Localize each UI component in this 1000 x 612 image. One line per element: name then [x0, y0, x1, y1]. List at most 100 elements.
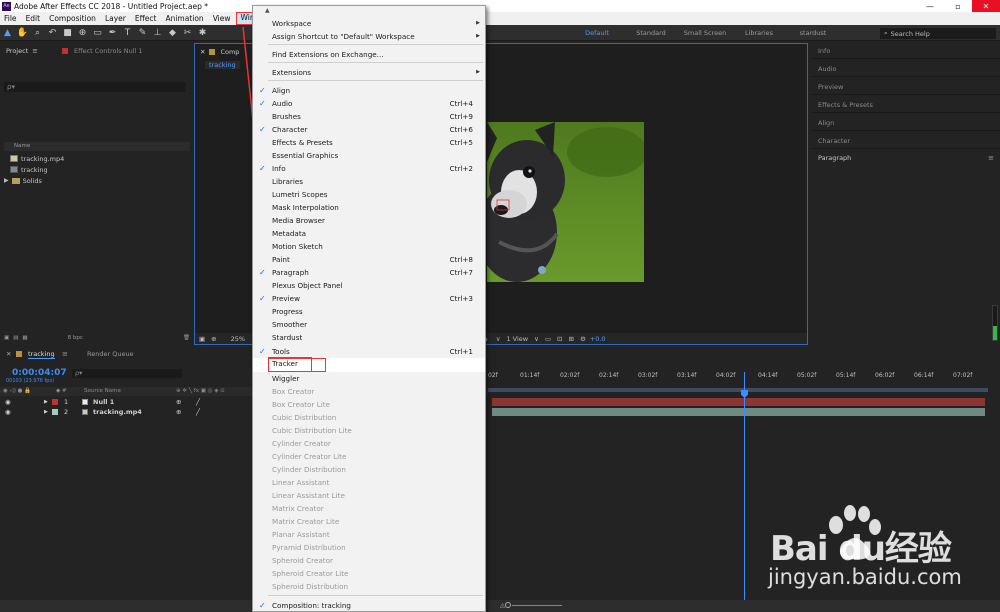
menu-item-planar-assistant: Planar Assistant [253, 528, 485, 541]
menu-item-wiggler[interactable]: Wiggler [253, 372, 485, 385]
menu-item-label: Wiggler [272, 374, 300, 383]
menu-item-label: Extensions [272, 68, 312, 77]
submenu-arrow-icon: ▶ [476, 20, 480, 26]
checkmark-icon: ✓ [259, 268, 266, 277]
menu-item-extensions[interactable]: Extensions ▶ [253, 66, 485, 79]
menu-item-label: Spheroid Creator Lite [272, 569, 349, 578]
menu-item-label: Spheroid Creator [272, 556, 333, 565]
menu-separator [268, 595, 483, 596]
menu-item-media-browser[interactable]: Media Browser [253, 214, 485, 227]
submenu-arrow-icon: ▶ [476, 33, 480, 39]
checkmark-icon: ✓ [259, 86, 266, 95]
menu-item-label: Paragraph [272, 268, 309, 277]
menu-item-label: Effects & Presets [272, 138, 333, 147]
menu-item-label: Progress [272, 307, 303, 316]
window-menu: ▲ Workspace ▶ Assign Shortcut to "Default… [252, 5, 486, 612]
scroll-up-arrow-icon[interactable]: ▲ [265, 7, 270, 14]
menu-item-composition-tracking[interactable]: ✓ Composition: tracking [253, 599, 485, 612]
menu-item-assign-shortcut[interactable]: Assign Shortcut to "Default" Workspace ▶ [253, 30, 485, 43]
menu-shortcut: Ctrl+3 [449, 294, 473, 303]
checkmark-icon: ✓ [259, 99, 266, 108]
menu-item-label: Smoother [272, 320, 308, 329]
menu-item-workspace[interactable]: Workspace ▶ [253, 17, 485, 30]
menu-shortcut: Ctrl+2 [449, 164, 473, 173]
menu-item-libraries[interactable]: Libraries [253, 175, 485, 188]
menu-item-motion-sketch[interactable]: Motion Sketch [253, 240, 485, 253]
menu-item-preview[interactable]: ✓ Preview Ctrl+3 [253, 292, 485, 305]
menu-shortcut: Ctrl+4 [449, 99, 473, 108]
submenu-arrow-icon: ▶ [476, 69, 480, 75]
menu-item-label: Cubic Distribution Lite [272, 426, 352, 435]
menu-item-label: Workspace [272, 19, 312, 28]
menu-item-label: Media Browser [272, 216, 325, 225]
menu-shortcut: Ctrl+8 [449, 255, 473, 264]
menu-item-label: Align [272, 86, 291, 95]
menu-item-paint[interactable]: Paint Ctrl+8 [253, 253, 485, 266]
menu-item-progress[interactable]: Progress [253, 305, 485, 318]
menu-separator [268, 44, 483, 45]
watermark-brand: Bai du经验 [770, 529, 952, 569]
menu-item-label: Matrix Creator Lite [272, 517, 340, 526]
menu-item-label: Lumetri Scopes [272, 190, 328, 199]
menu-item-label: Libraries [272, 177, 304, 186]
menu-item-info[interactable]: ✓ Info Ctrl+2 [253, 162, 485, 175]
menu-item-label: Linear Assistant Lite [272, 491, 345, 500]
menu-item-effects-presets[interactable]: Effects & Presets Ctrl+5 [253, 136, 485, 149]
menu-item-label: Plexus Object Panel [272, 281, 343, 290]
menu-item-box-creator: Box Creator [253, 385, 485, 398]
menu-item-label: Pyramid Distribution [272, 543, 346, 552]
menu-item-spheroid-creator: Spheroid Creator [253, 554, 485, 567]
menu-item-find-extensions[interactable]: Find Extensions on Exchange... [253, 48, 485, 61]
menu-item-cylinder-creator: Cylinder Creator [253, 437, 485, 450]
menu-item-label: Find Extensions on Exchange... [272, 50, 384, 59]
menu-shortcut: Ctrl+1 [449, 347, 473, 356]
menu-item-label: Cylinder Distribution [272, 465, 346, 474]
baidu-watermark: Bai du经验 jingyan.baidu.com [760, 505, 990, 595]
menu-item-label: Tools [272, 347, 290, 356]
checkmark-icon: ✓ [259, 347, 266, 356]
menu-item-lumetri-scopes[interactable]: Lumetri Scopes [253, 188, 485, 201]
menu-item-mask-interpolation[interactable]: Mask Interpolation [253, 201, 485, 214]
menu-item-brushes[interactable]: Brushes Ctrl+9 [253, 110, 485, 123]
watermark-url: jingyan.baidu.com [768, 565, 962, 589]
menu-item-label: Motion Sketch [272, 242, 323, 251]
menu-item-label: Linear Assistant [272, 478, 330, 487]
menu-item-spheroid-distribution: Spheroid Distribution [253, 580, 485, 593]
menu-item-label: Mask Interpolation [272, 203, 339, 212]
menu-shortcut: Ctrl+5 [449, 138, 473, 147]
checkmark-icon: ✓ [259, 164, 266, 173]
menu-item-label: Essential Graphics [272, 151, 339, 160]
menu-item-paragraph[interactable]: ✓ Paragraph Ctrl+7 [253, 266, 485, 279]
menu-separator [268, 80, 483, 81]
menu-item-matrix-creator: Matrix Creator [253, 502, 485, 515]
menu-item-label: Character [272, 125, 308, 134]
checkmark-icon: ✓ [259, 294, 266, 303]
menu-item-label: Composition: tracking [272, 601, 351, 610]
menu-shortcut: Ctrl+9 [449, 112, 473, 121]
menu-item-label: Matrix Creator [272, 504, 324, 513]
tracker-highlight-box [268, 357, 312, 372]
checkmark-icon: ✓ [259, 601, 266, 610]
menu-item-stardust[interactable]: Stardust [253, 331, 485, 344]
menu-item-align[interactable]: ✓ Align [253, 84, 485, 97]
menu-item-label: Cylinder Creator Lite [272, 452, 347, 461]
menu-item-audio[interactable]: ✓ Audio Ctrl+4 [253, 97, 485, 110]
menu-item-essential-graphics[interactable]: Essential Graphics [253, 149, 485, 162]
menu-item-cubic-distribution: Cubic Distribution [253, 411, 485, 424]
menu-item-plexus-object-panel[interactable]: Plexus Object Panel [253, 279, 485, 292]
menu-item-label: Cubic Distribution [272, 413, 337, 422]
menu-item-label: Metadata [272, 229, 307, 238]
menu-item-character[interactable]: ✓ Character Ctrl+6 [253, 123, 485, 136]
menu-item-label: Info [272, 164, 286, 173]
menu-item-smoother[interactable]: Smoother [253, 318, 485, 331]
menu-item-label: Stardust [272, 333, 303, 342]
menu-item-label: Cylinder Creator [272, 439, 331, 448]
menu-item-cylinder-creator-lite: Cylinder Creator Lite [253, 450, 485, 463]
menu-item-label: Box Creator [272, 387, 315, 396]
menu-item-linear-assistant-lite: Linear Assistant Lite [253, 489, 485, 502]
menu-item-metadata[interactable]: Metadata [253, 227, 485, 240]
menu-item-box-creator-lite: Box Creator Lite [253, 398, 485, 411]
menu-item-cubic-distribution-lite: Cubic Distribution Lite [253, 424, 485, 437]
menu-item-spheroid-creator-lite: Spheroid Creator Lite [253, 567, 485, 580]
menu-item-pyramid-distribution: Pyramid Distribution [253, 541, 485, 554]
